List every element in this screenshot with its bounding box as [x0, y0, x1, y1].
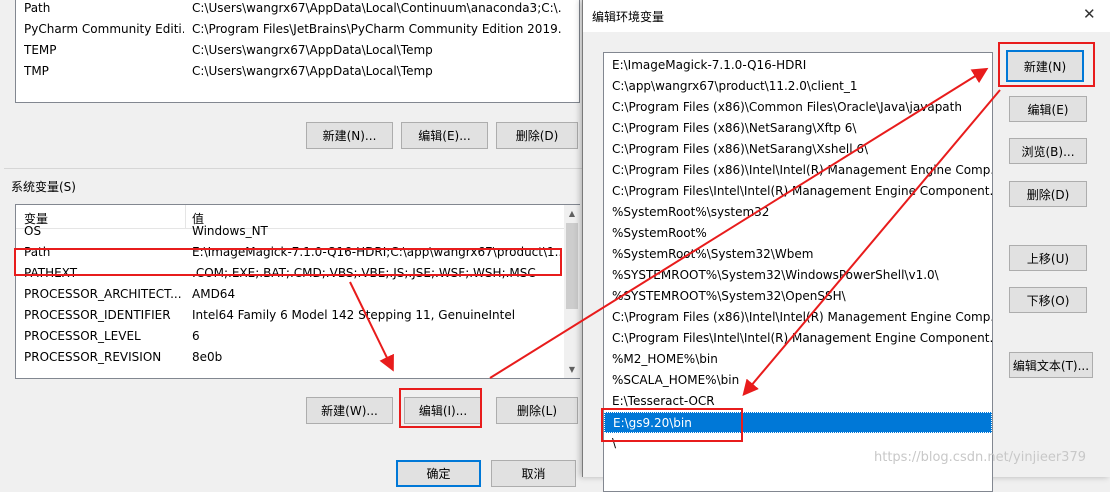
list-item[interactable]: %SystemRoot%\System32\Wbem	[604, 244, 992, 265]
list-item[interactable]: E:\ImageMagick-7.1.0-Q16-HDRI	[604, 55, 992, 76]
annotation-box-path-row	[14, 248, 562, 276]
group-divider	[4, 168, 582, 169]
var-value: Intel64 Family 6 Model 142 Stepping 11, …	[192, 308, 516, 322]
var-name: TEMP	[24, 43, 57, 57]
var-name: PROCESSOR_REVISION	[24, 350, 162, 364]
dialog-title-bar[interactable]: 编辑环境变量 ✕	[583, 0, 1110, 32]
list-item[interactable]: C:\app\wangrx67\product\11.2.0\client_1	[604, 76, 992, 97]
var-name: PROCESSOR_ARCHITECT...	[24, 287, 182, 301]
annotation-box-new-button	[998, 42, 1095, 87]
var-name: TMP	[24, 64, 49, 78]
cancel-button[interactable]: 取消	[491, 460, 576, 487]
system-new-button[interactable]: 新建(W)...	[306, 397, 393, 424]
env-vars-window: Path C:\Users\wangrx67\AppData\Local\Cont…	[0, 0, 585, 487]
var-name: PyCharm Community Editi...	[24, 22, 184, 36]
table-row[interactable]: TMP C:\Users\wangrx67\AppData\Local\Temp	[16, 61, 579, 82]
dialog-edit-button[interactable]: 编辑(E)	[1009, 96, 1087, 122]
list-item[interactable]: C:\Program Files\Intel\Intel(R) Manageme…	[604, 328, 992, 349]
close-icon[interactable]: ✕	[1083, 5, 1096, 23]
table-row[interactable]: PROCESSOR_LEVEL 6	[16, 326, 564, 347]
system-delete-button[interactable]: 删除(L)	[496, 397, 578, 424]
list-item[interactable]: %SCALA_HOME%\bin	[604, 370, 992, 391]
user-vars-list[interactable]: Path C:\Users\wangrx67\AppData\Local\Cont…	[15, 0, 580, 103]
table-row[interactable]: Path C:\Users\wangrx67\AppData\Local\Cont…	[16, 0, 579, 19]
user-delete-button[interactable]: 删除(D)	[496, 122, 578, 149]
list-item[interactable]: %SYSTEMROOT%\System32\OpenSSH\	[604, 286, 992, 307]
dialog-title: 编辑环境变量	[592, 10, 665, 24]
var-value: C:\Program Files\JetBrains\PyCharm Commu…	[192, 22, 562, 36]
table-row[interactable]: PROCESSOR_IDENTIFIER Intel64 Family 6 Mod…	[16, 305, 564, 326]
list-item[interactable]: C:\Program Files (x86)\NetSarang\Xftp 6\	[604, 118, 992, 139]
user-edit-button[interactable]: 编辑(E)...	[401, 122, 488, 149]
var-name: PROCESSOR_IDENTIFIER	[24, 308, 171, 322]
list-item[interactable]: C:\Program Files (x86)\Common Files\Orac…	[604, 97, 992, 118]
var-value: Windows_NT	[192, 224, 268, 238]
list-item[interactable]: %SystemRoot%\system32	[604, 202, 992, 223]
table-row[interactable]: PROCESSOR_ARCHITECT... AMD64	[16, 284, 564, 305]
user-new-button[interactable]: 新建(N)...	[306, 122, 393, 149]
dialog-browse-button[interactable]: 浏览(B)...	[1009, 138, 1087, 164]
table-row[interactable]: OS Windows_NT	[16, 221, 564, 242]
table-row[interactable]: PROCESSOR_REVISION 8e0b	[16, 347, 564, 368]
var-value: C:\Users\wangrx67\AppData\Local\Temp	[192, 64, 433, 78]
move-up-button[interactable]: 上移(U)	[1009, 245, 1087, 271]
list-item[interactable]: C:\Program Files (x86)\Intel\Intel(R) Ma…	[604, 307, 992, 328]
move-down-button[interactable]: 下移(O)	[1009, 287, 1087, 313]
var-name: OS	[24, 224, 42, 238]
var-name: PROCESSOR_LEVEL	[24, 329, 141, 343]
table-row[interactable]: TEMP C:\Users\wangrx67\AppData\Local\Temp	[16, 40, 579, 61]
dialog-delete-button[interactable]: 删除(D)	[1009, 181, 1087, 207]
scroll-thumb[interactable]	[566, 223, 578, 309]
list-item[interactable]: %SystemRoot%	[604, 223, 992, 244]
watermark: https://blog.csdn.net/yinjieer379	[874, 450, 1086, 465]
var-value: C:\Users\wangrx67\AppData\Local\Temp	[192, 43, 433, 57]
system-vars-list[interactable]: 变量 值 OS Windows_NT Path E:\ImageMagick-7.1.…	[15, 204, 580, 379]
var-value: 6	[192, 329, 200, 343]
edit-text-button[interactable]: 编辑文本(T)...	[1009, 352, 1093, 378]
system-vars-label: 系统变量(S)	[11, 180, 76, 194]
ok-button[interactable]: 确定	[396, 460, 481, 487]
annotation-box-new-entry	[601, 408, 743, 442]
var-value: AMD64	[192, 287, 236, 301]
list-item[interactable]: %SYSTEMROOT%\System32\WindowsPowerShell\…	[604, 265, 992, 286]
table-row[interactable]: PyCharm Community Editi... C:\Program Fil…	[16, 19, 579, 40]
scroll-up-icon[interactable]: ▲	[564, 205, 580, 222]
var-value: 8e0b	[192, 350, 223, 364]
var-value: C:\Users\wangrx67\AppData\Local\Continuu…	[192, 1, 562, 15]
system-vars-scrollbar[interactable]: ▲ ▼	[564, 205, 580, 378]
list-item[interactable]: %M2_HOME%\bin	[604, 349, 992, 370]
list-item[interactable]: C:\Program Files (x86)\NetSarang\Xshell …	[604, 139, 992, 160]
list-item[interactable]: C:\Program Files\Intel\Intel(R) Manageme…	[604, 181, 992, 202]
annotation-box-edit-button	[399, 388, 482, 428]
scroll-down-icon[interactable]: ▼	[564, 361, 580, 378]
list-item[interactable]: C:\Program Files (x86)\Intel\Intel(R) Ma…	[604, 160, 992, 181]
var-name: Path	[24, 1, 51, 15]
